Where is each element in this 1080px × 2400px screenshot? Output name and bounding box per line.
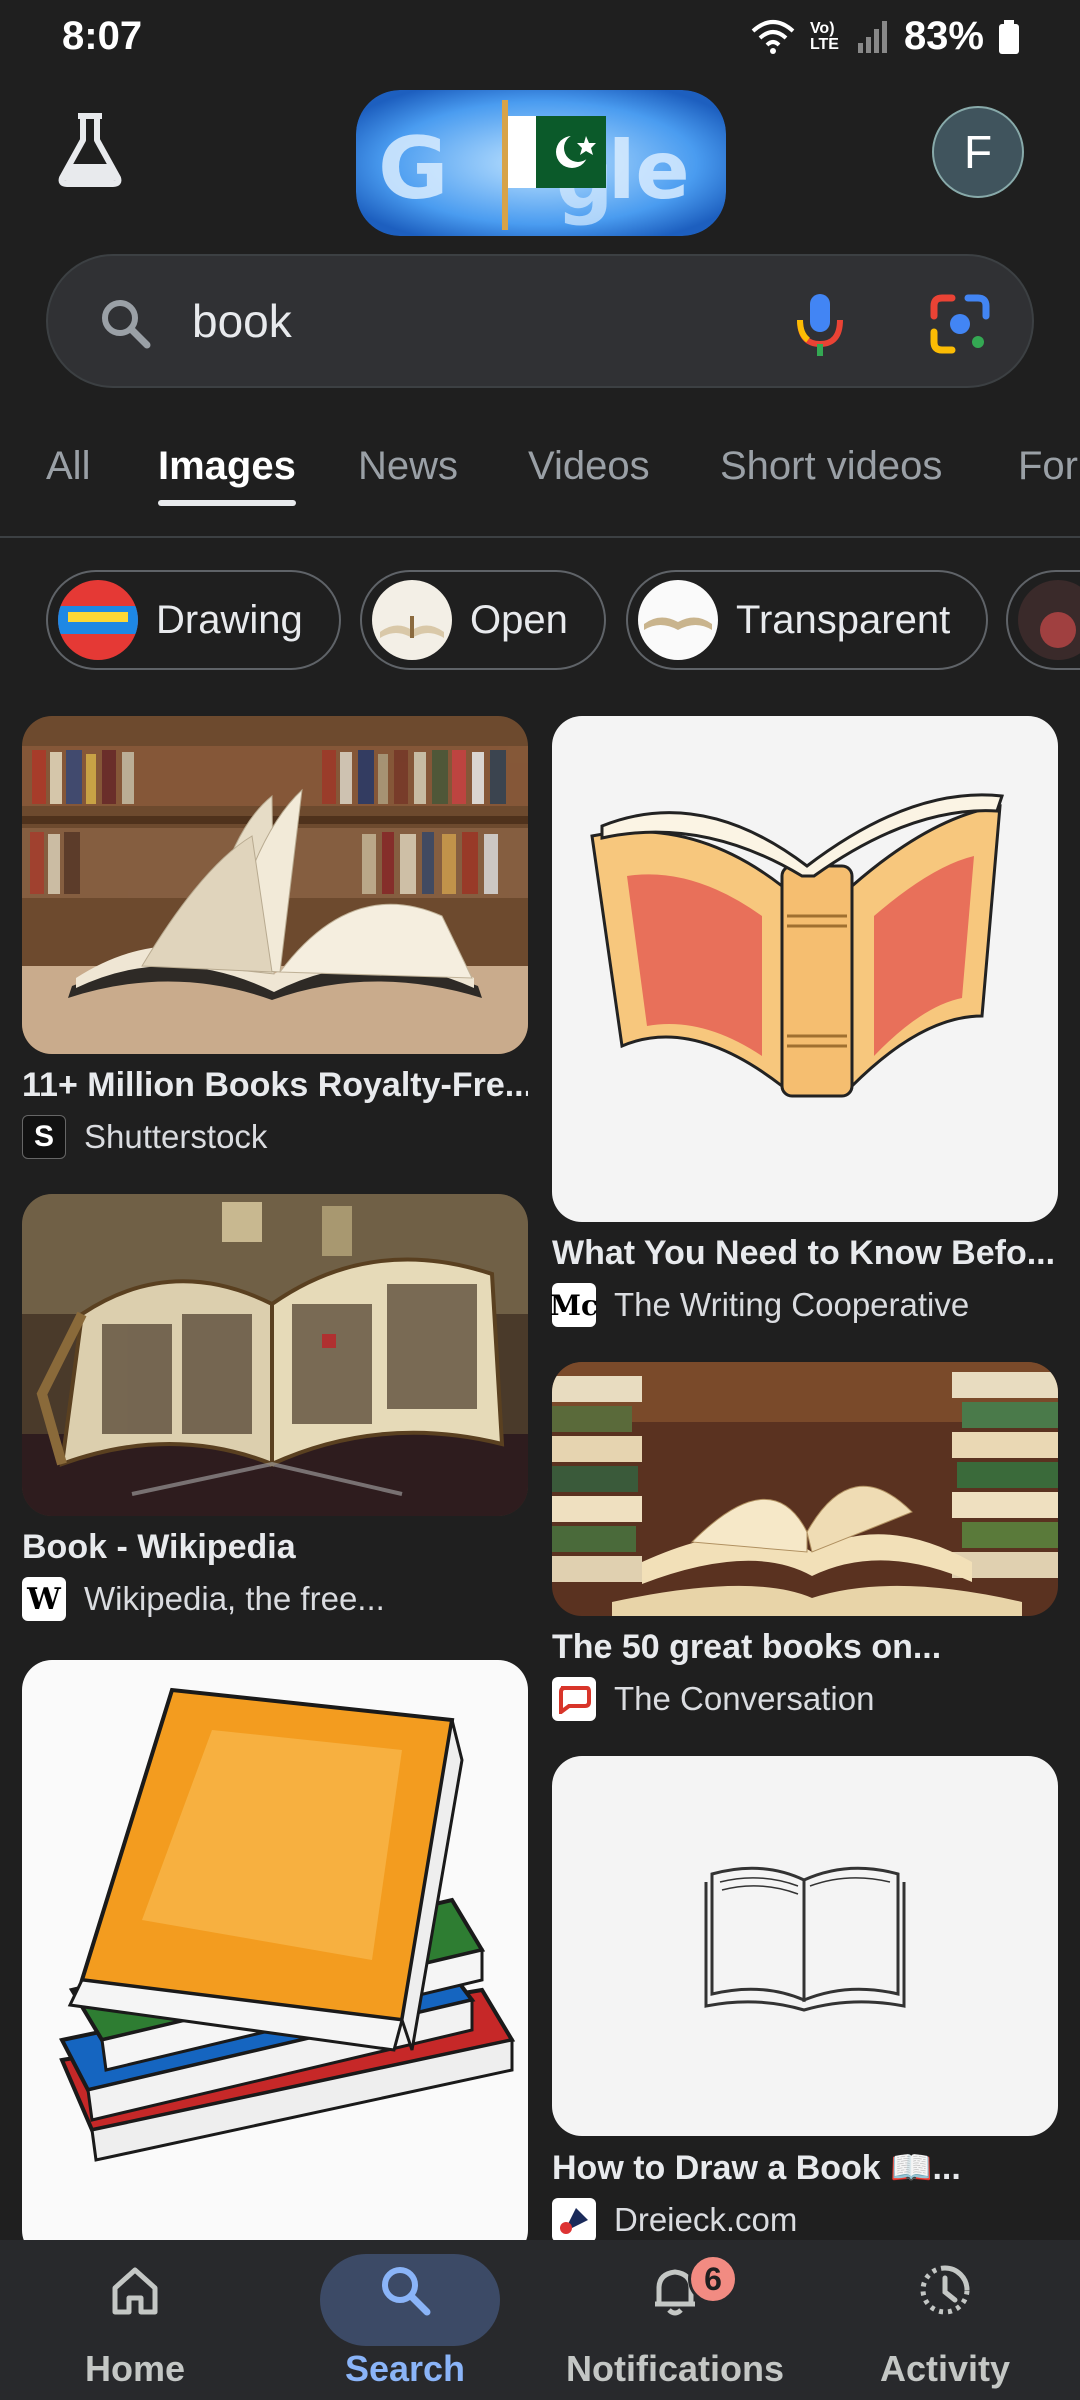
tab-forums[interactable]: For: [1018, 436, 1078, 536]
result-source-name: The Writing Cooperative: [614, 1286, 970, 1323]
result-source[interactable]: S Shutterstock: [22, 1115, 528, 1159]
activity-icon: [920, 2265, 970, 2315]
result-thumbnail[interactable]: [552, 1362, 1058, 1616]
search-type-tabs: All Images News Videos Short videos For: [0, 436, 1080, 538]
network-type: Vo) LTE: [809, 19, 839, 53]
tab-all[interactable]: All: [46, 436, 90, 536]
result-source-name: Dreieck.com: [614, 2201, 798, 2238]
bottom-navigation-bar: Home Search 6 Notifications Activity: [0, 2240, 1080, 2400]
tab-news[interactable]: News: [358, 436, 458, 536]
writing-cooperative-favicon-icon: Mc: [550, 1283, 598, 1327]
result-thumbnail[interactable]: [22, 1660, 528, 2260]
result-thumbnail[interactable]: [22, 716, 528, 1054]
the-conversation-favicon-icon: [552, 1677, 596, 1721]
result-source-name: Wikipedia, the free...: [84, 1580, 385, 1617]
result-source[interactable]: Dreieck.com: [552, 2198, 1058, 2242]
signal-icon: [857, 20, 887, 53]
google-lens-icon[interactable]: [928, 292, 992, 356]
image-result[interactable]: Book - Wikipedia W Wikipedia, the free..…: [22, 1194, 528, 1621]
wifi-icon: [751, 19, 795, 54]
tab-videos[interactable]: Videos: [528, 436, 650, 536]
battery-percent: 83%: [903, 14, 984, 58]
chip-more[interactable]: [1006, 570, 1080, 670]
result-title: What You Need to Know Befo...: [552, 1234, 1056, 1272]
shutterstock-favicon-icon: S: [22, 1115, 66, 1159]
tab-images[interactable]: Images: [158, 436, 296, 536]
chip-drawing-thumbnail: [58, 580, 138, 660]
chip-transparent-thumbnail: [638, 580, 718, 660]
image-result[interactable]: What You Need to Know Befo... Mc The Wri…: [550, 716, 1058, 1327]
nav-notifications-label: Notifications: [565, 2348, 784, 2389]
chip-open[interactable]: Open: [360, 570, 606, 670]
nav-home-label: Home: [84, 2348, 186, 2389]
image-result[interactable]: 11+ Million Books Royalty-Fre... S Shutt…: [22, 716, 528, 1159]
status-icons: Vo) LTE 83%: [750, 14, 1020, 59]
nav-activity-label: Activity: [879, 2348, 1011, 2389]
search-icon: [382, 2267, 431, 2316]
chip-more-thumbnail: [1018, 580, 1080, 660]
search-input[interactable]: [192, 286, 792, 356]
nav-search-label: Search: [344, 2348, 466, 2389]
image-result[interactable]: How to Draw a Book 📖... Dreieck.com: [552, 1756, 1058, 2242]
home-icon: [112, 2267, 158, 2315]
nav-home[interactable]: Home: [10, 2260, 260, 2390]
result-source-name: The Conversation: [614, 1680, 875, 1717]
chip-label: Drawing: [156, 597, 303, 642]
svg-text:le: le: [608, 124, 690, 217]
result-source[interactable]: W Wikipedia, the free...: [22, 1577, 528, 1621]
nav-notifications[interactable]: 6 Notifications: [550, 2254, 800, 2390]
chip-transparent[interactable]: Transparent: [626, 570, 989, 670]
result-thumbnail[interactable]: [552, 716, 1058, 1222]
image-result[interactable]: The 50 great books on... The Conversatio…: [552, 1362, 1058, 1721]
dreieck-favicon-icon: [552, 2198, 596, 2242]
battery-icon: [999, 19, 1019, 54]
search-icon: [102, 300, 151, 349]
voice-search-mic-icon[interactable]: [788, 290, 852, 360]
chip-label: Transparent: [736, 597, 951, 642]
notification-count-badge: 6: [688, 2254, 738, 2304]
labs-flask-icon[interactable]: [50, 110, 130, 190]
result-thumbnail[interactable]: [22, 1194, 528, 1516]
svg-text:G: G: [378, 119, 449, 219]
result-title: The 50 great books on...: [552, 1628, 942, 1666]
status-time: 8:07: [62, 14, 143, 58]
account-avatar[interactable]: F: [932, 106, 1024, 198]
result-source-name: Shutterstock: [84, 1118, 268, 1155]
chip-drawing[interactable]: Drawing: [46, 570, 341, 670]
status-bar: 8:07 Vo) LTE 83%: [0, 0, 1080, 80]
result-title: Book - Wikipedia: [22, 1528, 296, 1566]
filter-chips: Drawing Open Transparent: [0, 568, 1080, 672]
tab-short-videos[interactable]: Short videos: [720, 436, 942, 536]
chip-label: Open: [470, 597, 568, 642]
google-doodle-logo[interactable]: G le g: [356, 90, 726, 236]
nav-activity[interactable]: Activity: [820, 2260, 1070, 2390]
result-title: 11+ Million Books Royalty-Fre...: [22, 1066, 528, 1104]
image-result[interactable]: [22, 1660, 528, 2272]
result-source[interactable]: The Conversation: [552, 1677, 1058, 1721]
chip-open-thumbnail: [372, 580, 452, 660]
wikipedia-favicon-icon: W: [22, 1577, 66, 1621]
nav-search[interactable]: Search: [280, 2254, 530, 2390]
result-source[interactable]: Mc The Writing Cooperative: [550, 1283, 1058, 1327]
search-bar[interactable]: [46, 254, 1034, 388]
result-thumbnail[interactable]: [552, 1756, 1058, 2136]
result-title: How to Draw a Book 📖...: [552, 2149, 961, 2187]
